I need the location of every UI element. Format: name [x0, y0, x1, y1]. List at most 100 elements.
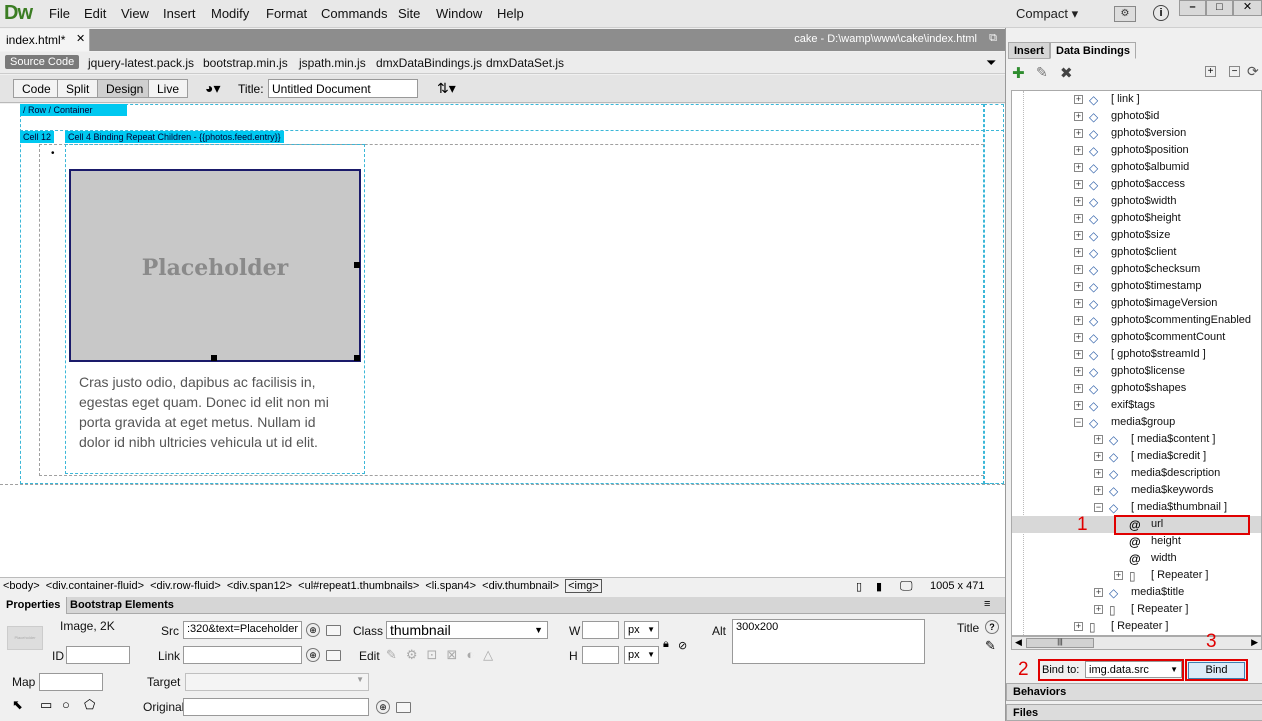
tree-item[interactable]: + ◇ gphoto$position — [1012, 142, 1261, 159]
title-input[interactable] — [268, 79, 418, 98]
menu-site[interactable]: Site — [398, 6, 420, 21]
id-field[interactable] — [66, 646, 130, 664]
tablet-size-icon[interactable]: ▮ — [876, 580, 882, 593]
tag-container-fluid[interactable]: <div.container-fluid> — [46, 580, 144, 592]
delete-binding-icon[interactable]: ✖ — [1060, 64, 1073, 82]
tree-item[interactable]: − ◇ media$group — [1012, 414, 1261, 431]
code-view-button[interactable]: Code — [13, 79, 60, 98]
polygon-hotspot-icon[interactable]: ⬠ — [84, 697, 95, 713]
data-bindings-tree[interactable]: + ◇ [ link ] + ◇ gphoto$id + ◇ gphoto$version + ◇ g… — [1011, 90, 1262, 636]
width-field[interactable] — [582, 621, 619, 639]
src-field[interactable]: :320&text=Placeholder — [183, 621, 302, 639]
menu-format[interactable]: Format — [266, 6, 307, 21]
tab-properties[interactable]: Properties — [0, 597, 68, 614]
tag-img[interactable]: <img> — [565, 579, 602, 593]
behaviors-panel-header[interactable]: Behaviors — [1006, 683, 1262, 701]
close-button[interactable]: ✕ — [1233, 0, 1262, 16]
split-view-button[interactable]: Split — [57, 79, 99, 98]
collapse-all-icon[interactable]: − — [1229, 66, 1240, 77]
tag-repeat1[interactable]: <ul#repeat1.thumbnails> — [298, 580, 419, 592]
refresh-icon[interactable]: ⟳ — [1247, 63, 1259, 80]
menu-commands[interactable]: Commands — [321, 6, 387, 21]
document-tab[interactable]: index.html* ✕ — [0, 29, 90, 51]
help-icon[interactable]: ? — [985, 620, 999, 634]
related-file[interactable]: jquery-latest.pack.js — [88, 56, 194, 70]
reset-size-icon[interactable]: ⊘ — [678, 639, 687, 652]
edit-binding-icon[interactable]: ✎ — [1036, 64, 1048, 81]
related-file[interactable]: bootstrap.min.js — [203, 56, 288, 70]
menu-insert[interactable]: Insert — [163, 6, 196, 21]
expand-icon[interactable]: + — [1074, 163, 1083, 172]
expand-icon[interactable]: + — [1074, 367, 1083, 376]
tree-item[interactable]: + ◇ gphoto$albumid — [1012, 159, 1261, 176]
sync-icon[interactable]: ⚙ — [1114, 6, 1136, 22]
tree-item[interactable]: @ width — [1012, 550, 1261, 567]
close-tab-icon[interactable]: ✕ — [76, 32, 85, 45]
expand-icon[interactable]: + — [1074, 180, 1083, 189]
class-select[interactable]: thumbnail ▼ — [386, 621, 548, 639]
expand-icon[interactable]: + — [1074, 333, 1083, 342]
expand-icon[interactable]: + — [1094, 452, 1103, 461]
expand-icon[interactable]: + — [1074, 214, 1083, 223]
collapse-icon[interactable]: − — [1094, 503, 1103, 512]
quick-tag-editor-icon[interactable]: ✎ — [985, 638, 996, 654]
tree-item[interactable]: + ◇ gphoto$commentingEnabled — [1012, 312, 1261, 329]
expand-icon[interactable]: + — [1074, 299, 1083, 308]
tree-item[interactable]: + ◇ gphoto$commentCount — [1012, 329, 1261, 346]
tree-item[interactable]: + ▯ [ Repeater ] — [1012, 618, 1261, 635]
expand-all-icon[interactable]: + — [1205, 66, 1216, 77]
tag-li-span4[interactable]: <li.span4> — [425, 580, 476, 592]
menu-view[interactable]: View — [121, 6, 149, 21]
map-field[interactable] — [39, 673, 103, 691]
preview-globe-icon[interactable]: ◕▾ — [205, 80, 220, 97]
expand-icon[interactable]: + — [1074, 265, 1083, 274]
expand-icon[interactable]: + — [1074, 231, 1083, 240]
tree-item[interactable]: + ◇ gphoto$imageVersion — [1012, 295, 1261, 312]
file-management-icon[interactable]: ⇅▾ — [437, 80, 456, 97]
desktop-size-icon[interactable]: 🖵 — [900, 578, 913, 594]
browse-folder-icon[interactable] — [326, 625, 341, 636]
circle-hotspot-icon[interactable]: ○ — [62, 697, 70, 712]
alt-field[interactable]: 300x200 — [732, 619, 925, 664]
files-panel-header[interactable]: Files — [1006, 704, 1262, 721]
menu-file[interactable]: File — [49, 6, 70, 21]
add-binding-icon[interactable]: ✚ — [1012, 64, 1025, 82]
tab-data-bindings[interactable]: Data Bindings — [1050, 42, 1136, 59]
related-file[interactable]: jspath.min.js — [299, 56, 366, 70]
minimize-button[interactable]: – — [1179, 0, 1206, 16]
height-field[interactable] — [582, 646, 619, 664]
tab-insert[interactable]: Insert — [1008, 42, 1050, 59]
filter-icon[interactable]: ⏷ — [986, 55, 996, 71]
tree-item[interactable]: + ◇ gphoto$version — [1012, 125, 1261, 142]
point-to-file-icon[interactable]: ⊕ — [376, 700, 390, 714]
target-select[interactable]: ▼ — [185, 673, 369, 691]
tag-span12[interactable]: <div.span12> — [227, 580, 292, 592]
expand-icon[interactable]: + — [1074, 316, 1083, 325]
expand-icon[interactable]: + — [1074, 129, 1083, 138]
width-unit-select[interactable]: px ▼ — [624, 621, 659, 639]
browse-folder-icon[interactable] — [396, 702, 411, 713]
related-file[interactable]: dmxDataSet.js — [486, 56, 564, 70]
bind-to-select[interactable]: img.data.src ▼ — [1085, 661, 1182, 678]
tree-item[interactable]: + ◇ media$keywords — [1012, 482, 1261, 499]
tag-body[interactable]: <body> — [3, 580, 40, 592]
restore-icon[interactable]: ⧉ — [989, 32, 997, 45]
point-to-file-icon[interactable]: ⊕ — [306, 648, 320, 662]
edit-tools-icons[interactable]: ✎⚙⊡⊠◐△ — [386, 647, 502, 663]
expand-icon[interactable]: + — [1074, 384, 1083, 393]
tree-item[interactable]: + ◇ gphoto$size — [1012, 227, 1261, 244]
tree-item[interactable]: + ◇ gphoto$width — [1012, 193, 1261, 210]
point-to-file-icon[interactable]: ⊕ — [306, 623, 320, 637]
source-code-button[interactable]: Source Code — [5, 55, 80, 69]
tag-row-fluid[interactable]: <div.row-fluid> — [150, 580, 221, 592]
tree-item[interactable]: + ▯ [ Repeater ] — [1012, 601, 1261, 618]
menu-modify[interactable]: Modify — [211, 6, 249, 21]
live-view-button[interactable]: Live — [148, 79, 189, 98]
expand-icon[interactable]: + — [1074, 112, 1083, 121]
browse-folder-icon[interactable] — [326, 650, 341, 661]
collapse-icon[interactable]: − — [1074, 418, 1083, 427]
design-view-button[interactable]: Design — [97, 79, 153, 98]
expand-icon[interactable]: + — [1074, 282, 1083, 291]
pointer-hotspot-icon[interactable]: ⬉ — [12, 697, 23, 713]
expand-icon[interactable]: + — [1094, 469, 1103, 478]
